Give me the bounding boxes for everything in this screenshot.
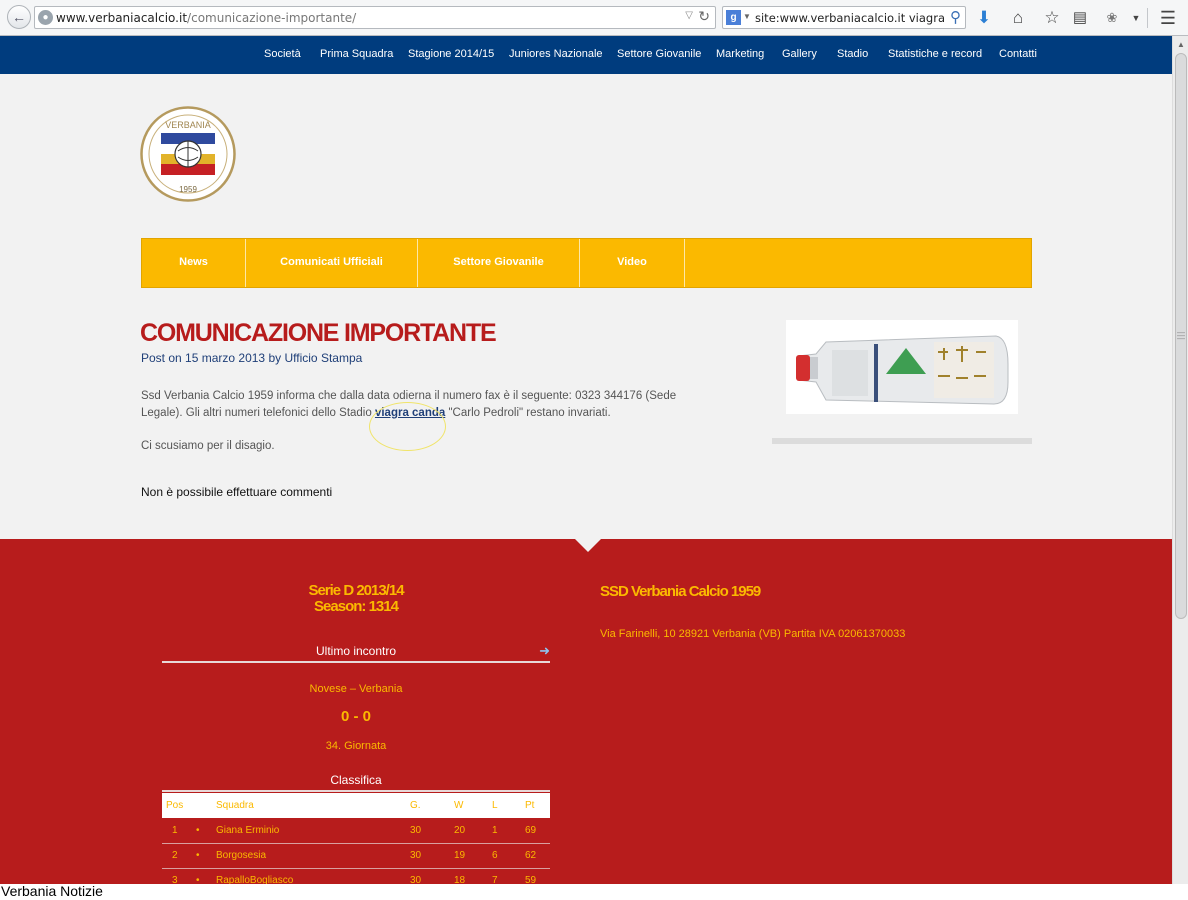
table-row: 1 • Giana Erminio 30 20 1 69 [162, 818, 550, 844]
row-games: 30 [410, 843, 454, 869]
url-history-dropdown-icon[interactable]: ▽ [685, 10, 693, 21]
nav-stagione[interactable]: Stagione 2014/15 [408, 48, 494, 60]
toolbar-separator [1147, 8, 1148, 28]
row-games: 30 [410, 818, 454, 844]
menu-hamburger-icon[interactable]: ☰ [1156, 6, 1180, 30]
bookmark-star-icon[interactable]: ☆ [1040, 6, 1064, 30]
row-points: 69 [525, 818, 550, 844]
row-pos: 2 [162, 843, 196, 869]
standings-heading: Classifica [162, 773, 550, 792]
club-logo[interactable]: VERBANIA 1959 [140, 106, 236, 202]
season-code: Season: 1314 [314, 598, 399, 615]
footer-notch [575, 539, 601, 552]
post-author[interactable]: Ufficio Stampa [284, 351, 362, 365]
url-text[interactable]: www.verbaniacalcio.it/comunicazione-impo… [56, 11, 356, 25]
cat-settore-giovanile[interactable]: Settore Giovanile [418, 239, 580, 287]
search-bar[interactable]: g ▼ site:www.verbaniacalcio.it viagra ⚲ [722, 6, 966, 29]
post-date[interactable]: 15 marzo 2013 [185, 351, 265, 365]
row-wins: 19 [454, 843, 492, 869]
site-main-nav: Società Prima Squadra Stagione 2014/15 J… [0, 36, 1172, 74]
col-points: Pt [525, 793, 550, 818]
club-name: SSD Verbania Calcio 1959 [600, 583, 761, 600]
back-arrow-icon[interactable]: ← [7, 5, 31, 29]
sidebar-ad-image[interactable] [786, 320, 1018, 414]
engine-dropdown-icon[interactable]: ▼ [743, 12, 751, 21]
site-identity-icon[interactable]: ● [38, 10, 53, 25]
row-pos: 1 [162, 818, 196, 844]
col-games: G. [410, 793, 454, 818]
nav-gallery[interactable]: Gallery [782, 48, 817, 60]
col-losses: L [492, 793, 525, 818]
nav-marketing[interactable]: Marketing [716, 48, 764, 60]
row-losses: 1 [492, 818, 525, 844]
browser-toolbar: ← ● www.verbaniacalcio.it/comunicazione-… [0, 0, 1188, 36]
col-squadra: Squadra [216, 793, 410, 818]
home-icon[interactable]: ⌂ [1006, 6, 1030, 30]
sidebar-divider [772, 438, 1032, 444]
post-text-after-link: "Carlo Pedroli" restano invariati. [445, 407, 611, 419]
post-meta-by: by [268, 351, 282, 365]
logo-top-text: VERBANIA [165, 120, 211, 130]
search-magnifier-icon[interactable]: ⚲ [950, 8, 961, 26]
highlight-circle [369, 402, 446, 451]
reading-list-icon[interactable]: ▤ [1068, 6, 1092, 30]
row-points: 62 [525, 843, 550, 869]
image-caption: Verbania Notizie [0, 884, 1188, 900]
addon-icon[interactable]: ❀ [1100, 6, 1124, 30]
nav-stadio[interactable]: Stadio [837, 48, 868, 60]
nav-societa[interactable]: Società [264, 48, 301, 60]
post-title: COMUNICAZIONE IMPORTANTE [140, 319, 497, 347]
category-nav: News Comunicati Ufficiali Settore Giovan… [141, 238, 1032, 288]
google-engine-icon[interactable]: g [726, 10, 741, 25]
scroll-grip-icon: — — — [1177, 328, 1185, 343]
standings-header-row: Pos Squadra G. W L Pt [162, 793, 550, 818]
season-widget-title: Serie D 2013/14 Season: 1314 [162, 583, 550, 615]
site-footer: Serie D 2013/14 Season: 1314 Ultimo inco… [0, 539, 1172, 894]
season-name: Serie D 2013/14 [308, 582, 404, 599]
match-score: 0 - 0 [340, 708, 371, 725]
arrow-right-icon[interactable]: ➜ [539, 643, 550, 659]
row-team[interactable]: Giana Erminio [216, 818, 410, 844]
cat-news[interactable]: News [142, 239, 246, 287]
nav-prima-squadra[interactable]: Prima Squadra [320, 48, 393, 60]
standings-table: Pos Squadra G. W L Pt 1 • Giana Erminio … [162, 793, 550, 894]
scroll-up-arrow-icon[interactable]: ▲ [1177, 40, 1185, 49]
row-bullet: • [196, 818, 216, 844]
downloads-icon[interactable]: ⬇ [972, 6, 996, 30]
page-content: VERBANIA 1959 News Comunicati Ufficiali … [0, 74, 1172, 539]
post-meta: Post on 15 marzo 2013 by Ufficio Stampa [141, 351, 362, 365]
row-wins: 20 [454, 818, 492, 844]
col-wins: W [454, 793, 492, 818]
table-row: 2 • Borgosesia 30 19 6 62 [162, 843, 550, 869]
row-team[interactable]: Borgosesia [216, 843, 410, 869]
last-match-heading-label: Ultimo incontro [315, 644, 397, 658]
match-teams[interactable]: Novese – Verbania [162, 683, 550, 695]
nav-juniores[interactable]: Juniores Nazionale [509, 48, 603, 60]
cat-comunicati-ufficiali[interactable]: Comunicati Ufficiali [246, 239, 418, 287]
cat-video[interactable]: Video [580, 239, 685, 287]
logo-year: 1959 [179, 185, 197, 194]
search-input[interactable]: site:www.verbaniacalcio.it viagra [755, 11, 945, 25]
col-spacer [196, 793, 216, 818]
reload-icon[interactable]: ↻ [698, 8, 710, 25]
post-meta-prefix: Post on [141, 351, 182, 365]
nav-settore-giovanile[interactable]: Settore Giovanile [617, 48, 701, 60]
nav-contatti[interactable]: Contatti [999, 48, 1037, 60]
scrollbar-thumb[interactable]: — — — [1175, 53, 1187, 619]
club-address: Via Farinelli, 10 28921 Verbania (VB) Pa… [600, 628, 906, 640]
address-bar[interactable]: ● www.verbaniacalcio.it/comunicazione-im… [34, 6, 716, 29]
match-round: 34. Giornata [325, 740, 387, 752]
addon-dropdown-icon[interactable]: ▼ [1124, 6, 1148, 30]
row-bullet: • [196, 843, 216, 869]
row-losses: 6 [492, 843, 525, 869]
comments-closed-note: Non è possibile effettuare commenti [141, 485, 333, 499]
col-pos: Pos [162, 793, 196, 818]
nav-statistiche[interactable]: Statistiche e record [888, 48, 982, 60]
last-match-heading: Ultimo incontro ➜ [162, 643, 550, 663]
page-scrollbar[interactable]: ▲ — — — [1172, 36, 1188, 884]
